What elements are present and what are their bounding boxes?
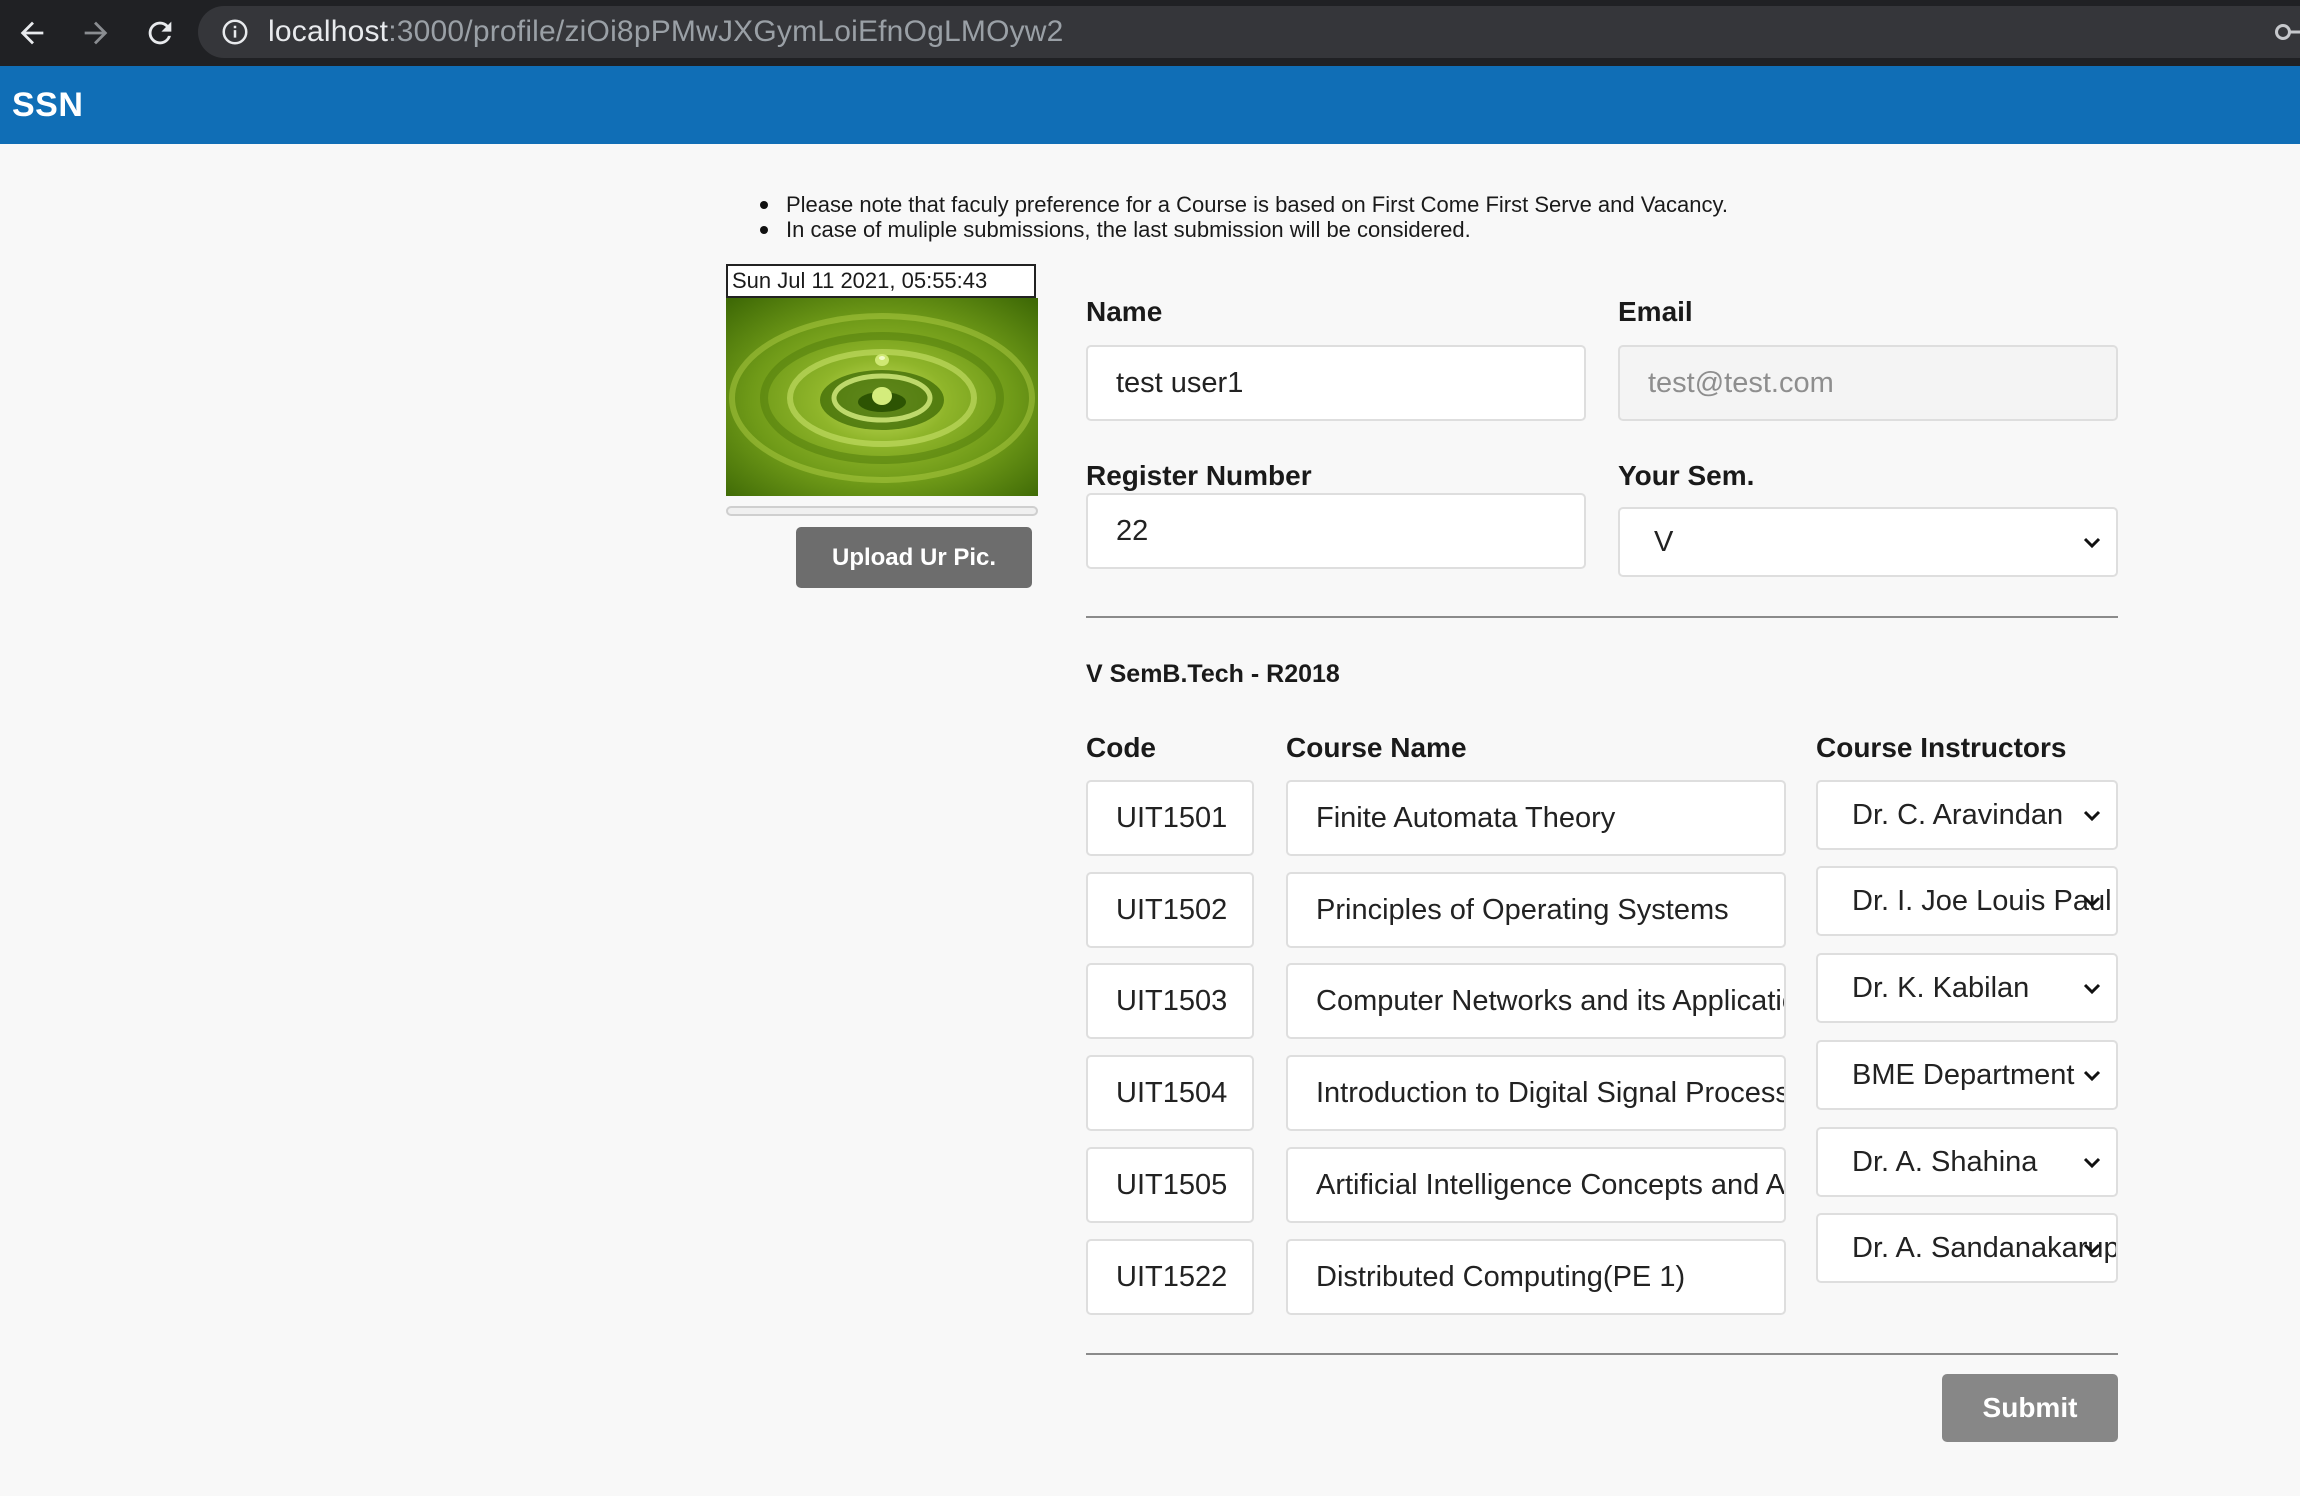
key-icon[interactable]: [2274, 19, 2300, 45]
instructor-select[interactable]: Dr. C. Aravindan: [1816, 780, 2118, 850]
register-number-label: Register Number: [1086, 460, 1312, 491]
address-bar[interactable]: localhost:3000/profile/ziOi8pPMwJXGymLoi…: [198, 6, 2300, 58]
instructor-select-value: Dr. C. Aravindan: [1852, 798, 2064, 831]
profile-photo: [726, 298, 1038, 496]
course-name-column-header: Course Name: [1286, 732, 1467, 763]
instructor-select-value: Dr. A. Sandanakaruppan: [1852, 1231, 2116, 1264]
chevron-down-icon: [2083, 1157, 2101, 1169]
course-code-field[interactable]: UIT1501: [1086, 780, 1254, 856]
upload-photo-button[interactable]: Upload Ur Pic.: [796, 527, 1032, 588]
course-code-field[interactable]: UIT1502: [1086, 872, 1254, 948]
instructor-select[interactable]: Dr. K. Kabilan: [1816, 953, 2118, 1023]
upload-progress-bar: [726, 506, 1038, 516]
url-path: :3000/profile/ziOi8pPMwJXGymLoiEfnOgLMOy…: [388, 15, 1064, 48]
chevron-down-icon: [2083, 1070, 2101, 1082]
instructor-select[interactable]: BME Department: [1816, 1040, 2118, 1110]
instructor-select[interactable]: Dr. A. Sandanakaruppan: [1816, 1213, 2118, 1283]
register-number-input[interactable]: 22: [1086, 493, 1586, 569]
course-name-field[interactable]: Introduction to Digital Signal Processin…: [1286, 1055, 1786, 1131]
course-code-field[interactable]: UIT1522: [1086, 1239, 1254, 1315]
email-label: Email: [1618, 296, 1693, 327]
reload-icon: [148, 21, 172, 45]
email-input[interactable]: test@test.com: [1618, 345, 2118, 421]
notice-item: In case of muliple submissions, the last…: [760, 217, 1728, 242]
instructor-select-value: Dr. K. Kabilan: [1852, 971, 2030, 1004]
instructor-select[interactable]: Dr. I. Joe Louis Paul: [1816, 866, 2118, 936]
submit-button[interactable]: Submit: [1942, 1374, 2118, 1442]
code-column-header: Code: [1086, 732, 1156, 763]
chevron-down-icon: [2083, 983, 2101, 995]
chevron-down-icon: [2083, 1243, 2101, 1255]
arrow-right-icon: [84, 21, 108, 45]
course-name-field[interactable]: Finite Automata Theory: [1286, 780, 1786, 856]
timestamp: Sun Jul 11 2021, 05:55:43: [726, 264, 1036, 298]
course-name-field[interactable]: Principles of Operating Systems: [1286, 872, 1786, 948]
info-icon[interactable]: [220, 17, 250, 47]
semester-label: Your Sem.: [1618, 460, 1755, 491]
name-input[interactable]: test user1: [1086, 345, 1586, 421]
instructor-select-value: Dr. A. Shahina: [1852, 1145, 2038, 1178]
reload-button[interactable]: [128, 0, 192, 66]
chevron-down-icon: [2083, 537, 2101, 549]
divider: [1086, 616, 2118, 618]
semester-program-title: V SemB.Tech - R2018: [1086, 660, 1340, 688]
forward-button[interactable]: [64, 0, 128, 66]
url-host: localhost: [268, 15, 389, 48]
course-code-field[interactable]: UIT1505: [1086, 1147, 1254, 1223]
instructor-select[interactable]: Dr. A. Shahina: [1816, 1127, 2118, 1197]
course-name-field[interactable]: Artificial Intelligence Concepts and Alg…: [1286, 1147, 1786, 1223]
brand-logo[interactable]: SSN: [12, 86, 83, 125]
back-button[interactable]: [0, 0, 64, 66]
instructor-select-value: BME Department: [1852, 1058, 2075, 1091]
divider: [1086, 1353, 2118, 1355]
semester-select-value: V: [1654, 525, 1674, 558]
semester-select[interactable]: V: [1618, 507, 2118, 577]
chevron-down-icon: [2083, 810, 2101, 822]
instructor-select-value: Dr. I. Joe Louis Paul: [1852, 884, 2112, 917]
course-name-field[interactable]: Computer Networks and its Applications: [1286, 963, 1786, 1039]
notice-item: Please note that faculy preference for a…: [760, 192, 1728, 217]
notice-list: Please note that faculy preference for a…: [760, 192, 1728, 242]
browser-toolbar: localhost:3000/profile/ziOi8pPMwJXGymLoi…: [0, 0, 2300, 66]
course-name-field[interactable]: Distributed Computing(PE 1): [1286, 1239, 1786, 1315]
arrow-left-icon: [20, 21, 44, 45]
course-instructors-column-header: Course Instructors: [1816, 732, 2067, 763]
name-label: Name: [1086, 296, 1163, 327]
app-header: SSN: [0, 66, 2300, 144]
course-code-field[interactable]: UIT1503: [1086, 963, 1254, 1039]
course-code-field[interactable]: UIT1504: [1086, 1055, 1254, 1131]
chevron-down-icon: [2083, 896, 2101, 908]
